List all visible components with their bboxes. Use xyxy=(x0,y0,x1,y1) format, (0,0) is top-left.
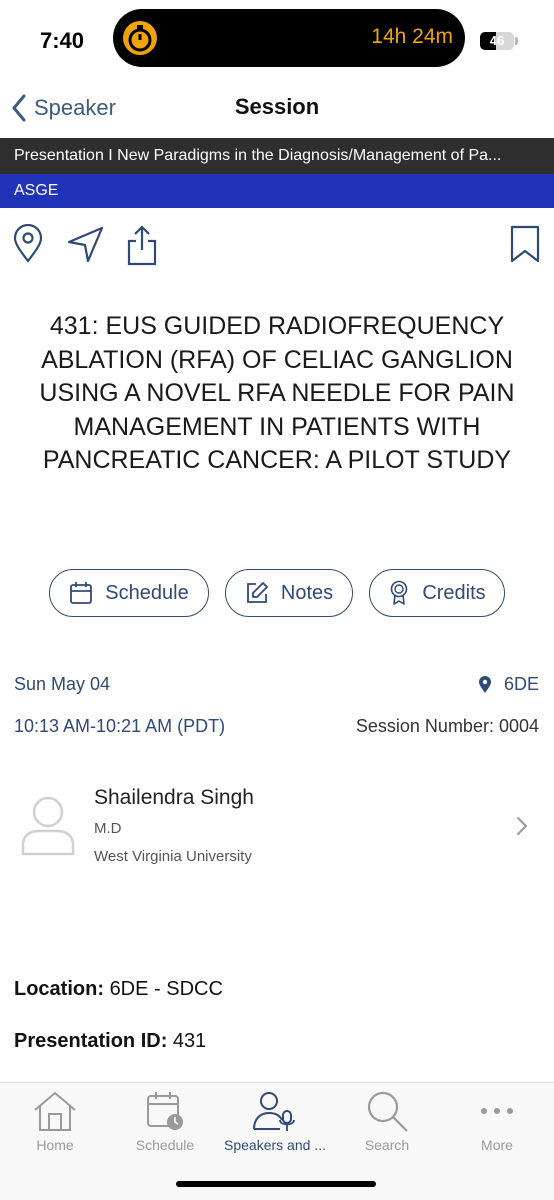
location-detail: Location: 6DE - SDCC xyxy=(14,978,223,1001)
more-dots-icon xyxy=(442,1087,552,1135)
credits-button-label: Credits xyxy=(422,581,486,604)
timer-icon xyxy=(123,21,157,55)
edit-note-icon xyxy=(246,582,268,603)
battery-tip xyxy=(515,37,518,45)
battery-level: 46 xyxy=(489,33,505,48)
tab-search[interactable]: Search xyxy=(332,1087,442,1157)
session-banner[interactable]: Presentation I New Paradigms in the Diag… xyxy=(0,138,554,174)
speaker-degree: M.D xyxy=(94,820,122,837)
presentation-id-label: Presentation ID: xyxy=(14,1030,168,1052)
search-icon xyxy=(332,1087,442,1135)
tab-home[interactable]: Home xyxy=(0,1087,110,1157)
chevron-right-icon xyxy=(517,817,527,835)
speaker-mic-icon xyxy=(220,1087,330,1135)
session-number: Session Number: 0004 xyxy=(355,716,539,736)
schedule-button-label: Schedule xyxy=(105,581,189,604)
home-indicator[interactable] xyxy=(176,1181,376,1187)
tab-more-label: More xyxy=(481,1137,513,1153)
calendar-icon xyxy=(70,582,93,604)
speaker-name: Shailendra Singh xyxy=(94,786,254,809)
bookmark-icon[interactable] xyxy=(508,224,544,264)
organization-banner: ASGE xyxy=(0,174,554,208)
calendar-clock-icon xyxy=(110,1087,220,1135)
presentation-title: 431: EUS GUIDED RADIOFREQUENCY ABLATION … xyxy=(39,312,515,474)
session-room[interactable]: 6DE xyxy=(478,674,539,695)
tab-more[interactable]: More xyxy=(442,1087,552,1157)
session-date: Sun May 04 xyxy=(14,674,111,694)
page-title: Session xyxy=(234,94,320,119)
schedule-button[interactable]: Schedule xyxy=(49,569,209,617)
action-icon-row xyxy=(0,218,554,268)
presentation-id-value: 431 xyxy=(172,1030,207,1052)
notes-button[interactable]: Notes xyxy=(225,569,353,617)
presentation-id-detail: Presentation ID: 431 xyxy=(14,1030,206,1053)
tab-speakers[interactable]: Speakers and ... xyxy=(220,1087,330,1157)
room-label: 6DE xyxy=(503,674,539,694)
status-bar: 7:40 14h 24m 46 xyxy=(0,0,554,80)
battery-icon: 46 xyxy=(480,32,514,50)
credits-button[interactable]: Credits xyxy=(369,569,505,617)
avatar-placeholder-icon xyxy=(20,794,76,856)
share-icon[interactable] xyxy=(124,224,160,266)
location-label: Location: xyxy=(14,978,104,1000)
dynamic-island[interactable]: 14h 24m xyxy=(113,9,465,67)
tab-schedule-label: Schedule xyxy=(135,1137,195,1153)
location-pin-icon[interactable] xyxy=(10,223,46,264)
navigate-arrow-icon[interactable] xyxy=(66,224,104,264)
home-icon xyxy=(0,1087,110,1135)
speaker-organization: West Virginia University xyxy=(94,848,252,865)
nav-bar: Speaker Session xyxy=(0,80,554,136)
tab-search-label: Search xyxy=(364,1137,410,1153)
tab-schedule[interactable]: Schedule xyxy=(110,1087,220,1157)
location-value: 6DE - SDCC xyxy=(109,978,223,1000)
notes-button-label: Notes xyxy=(280,581,334,604)
timer-countdown: 14h 24m xyxy=(371,25,453,48)
status-time: 7:40 xyxy=(40,28,85,53)
location-pin-filled-icon xyxy=(478,675,491,693)
session-time: 10:13 AM-10:21 AM (PDT) xyxy=(14,716,226,736)
speaker-list-item[interactable]: Shailendra Singh M.D West Virginia Unive… xyxy=(0,772,554,882)
tab-home-label: Home xyxy=(36,1137,74,1153)
tab-speakers-label: Speakers and ... xyxy=(224,1137,326,1153)
award-ribbon-icon xyxy=(391,580,408,605)
